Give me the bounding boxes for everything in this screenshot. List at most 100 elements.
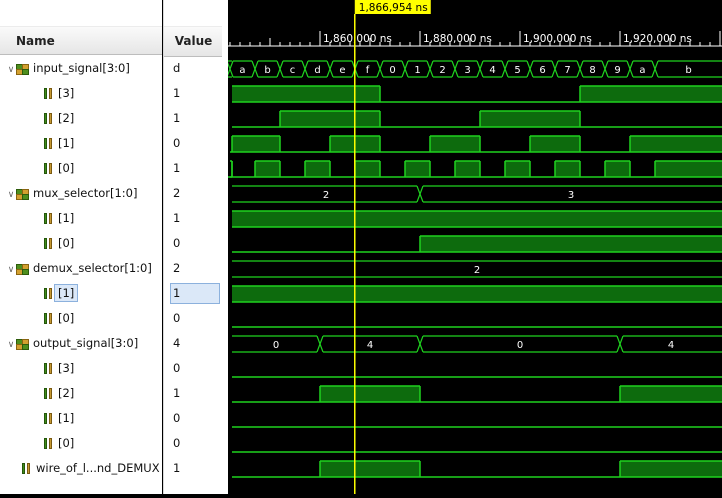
bus-icon <box>16 63 29 75</box>
time-tick-label: 1,880,000 ns <box>423 33 492 45</box>
bus-value-label: a <box>639 65 645 76</box>
bus-value-label: d <box>314 65 320 76</box>
bus-value-label: 4 <box>367 340 373 351</box>
signal-name-label: demux_selector[1:0] <box>33 261 152 275</box>
signal-value: 0 <box>173 311 181 325</box>
cursor-time-label: 1,866,954 ns <box>359 2 428 14</box>
bus-icon <box>16 263 29 275</box>
bus-value-label: b <box>685 65 691 76</box>
bus-icon <box>16 188 29 200</box>
bus-value-label: a <box>239 65 245 76</box>
bus-value-label: c <box>290 65 296 76</box>
wave-high-fill <box>480 111 580 127</box>
wire-icon <box>44 87 53 100</box>
bus-value-label: 6 <box>539 65 545 76</box>
bit-signal-row[interactable]: [0] <box>44 231 74 256</box>
signal-value: 0 <box>173 361 181 375</box>
bus-value-label: 7 <box>564 65 570 76</box>
wire-icon <box>44 212 53 225</box>
bus-value-label: 0 <box>389 65 395 76</box>
wave-high-fill <box>555 161 580 177</box>
signal-value: 2 <box>173 186 181 200</box>
value-column-header[interactable]: Value <box>164 26 223 57</box>
bit-signal-row[interactable]: [1] <box>44 281 79 306</box>
signal-name-label: [3] <box>58 361 75 375</box>
bit-signal-row[interactable]: [2] <box>44 106 74 131</box>
bus-value-label: 2 <box>439 65 445 76</box>
bus-value-label: 2 <box>323 190 329 201</box>
wire-icon <box>44 387 53 400</box>
waveform-canvas[interactable]: 1,860,000 ns 1,880,000 ns 1,900,000 ns 1,92… <box>201 0 722 494</box>
bus-signal-row[interactable]: ∨ output_signal[3:0] <box>6 331 138 356</box>
wave-high-fill <box>355 161 380 177</box>
signal-name-label: mux_selector[1:0] <box>33 186 138 200</box>
signal-name-label: [1] <box>58 136 75 150</box>
expand-chevron-icon[interactable]: ∨ <box>6 183 16 208</box>
signal-name-label: [0] <box>58 311 75 325</box>
wave-high-fill <box>405 161 430 177</box>
wave-high-fill <box>320 386 420 402</box>
wire-icon <box>44 412 53 425</box>
bit-signal-row[interactable]: [1] <box>44 131 74 156</box>
signal-value: 0 <box>173 411 181 425</box>
bit-signal-row[interactable]: [1] <box>44 406 74 431</box>
expand-chevron-icon[interactable]: ∨ <box>6 58 16 83</box>
wave-high-fill <box>455 161 480 177</box>
bus-signal-row[interactable]: ∨ demux_selector[1:0] <box>6 256 152 281</box>
wave-high-fill <box>232 286 722 302</box>
wave-high-fill <box>232 136 280 152</box>
bit-signal-row[interactable]: wire_of_l...nd_DEMUX <box>22 456 160 481</box>
signal-name-label: [0] <box>58 161 75 175</box>
wire-icon <box>44 237 53 250</box>
bit-signal-row[interactable]: [0] <box>44 306 74 331</box>
wave-high-fill <box>605 161 630 177</box>
signal-name-pane: Name ∨ input_signal[3:0] [3] [2] [1] [0] ∨ mux_… <box>0 0 162 494</box>
bus-value-label: b <box>264 65 270 76</box>
signal-value: 1 <box>173 286 181 300</box>
bus-value-label: 0 <box>273 340 279 351</box>
wave-high-fill <box>620 386 722 402</box>
bit-signal-row[interactable]: [0] <box>44 156 74 181</box>
bus-value-label: 1 <box>414 65 420 76</box>
signal-value: 4 <box>173 336 181 350</box>
wave-high-fill <box>320 461 420 477</box>
bus-signal-row[interactable]: ∨ input_signal[3:0] <box>6 56 130 81</box>
wire-icon <box>44 362 53 375</box>
signal-name-label: [1] <box>58 211 75 225</box>
signal-value: 1 <box>173 111 181 125</box>
wave-high-fill <box>505 161 530 177</box>
name-column-header[interactable]: Name <box>0 26 162 55</box>
signal-name-label: wire_of_l...nd_DEMUX <box>36 461 160 475</box>
expand-chevron-icon[interactable]: ∨ <box>6 333 16 358</box>
bus-value-label: e <box>339 65 345 76</box>
signal-name-label: input_signal[3:0] <box>33 61 130 75</box>
bus-signal-row[interactable]: ∨ mux_selector[1:0] <box>6 181 138 208</box>
expand-chevron-icon[interactable]: ∨ <box>6 258 16 283</box>
wave-high-fill <box>305 161 330 177</box>
bus-value-label: 4 <box>668 340 674 351</box>
wire-icon <box>22 462 31 475</box>
signal-value: d <box>173 61 181 75</box>
signal-value: 1 <box>173 386 181 400</box>
signal-value: 0 <box>173 436 181 450</box>
wave-high-fill <box>232 86 380 102</box>
bit-signal-row[interactable]: [3] <box>44 356 74 381</box>
bit-signal-row[interactable]: [2] <box>44 381 74 406</box>
bit-signal-row[interactable]: [3] <box>44 81 74 106</box>
signal-value: 0 <box>173 236 181 250</box>
waveform-pane[interactable]: 1,860,000 ns 1,880,000 ns 1,900,000 ns 1,92… <box>201 0 722 494</box>
wire-icon <box>44 112 53 125</box>
time-tick-label: 1,860,000 ns <box>323 33 392 45</box>
wave-high-fill <box>430 136 480 152</box>
bit-signal-row[interactable]: [1] <box>44 206 74 231</box>
bus-value-label: 3 <box>568 190 574 201</box>
wave-high-fill <box>630 136 722 152</box>
signal-value: 0 <box>173 136 181 150</box>
wave-high-fill <box>232 211 722 227</box>
bus-value-label: 3 <box>464 65 470 76</box>
signal-name-label: [0] <box>58 236 75 250</box>
wave-high-fill <box>580 86 722 102</box>
signal-name-label: [2] <box>58 386 75 400</box>
bit-signal-row[interactable]: [0] <box>44 431 74 456</box>
signal-name-label: output_signal[3:0] <box>33 336 139 350</box>
